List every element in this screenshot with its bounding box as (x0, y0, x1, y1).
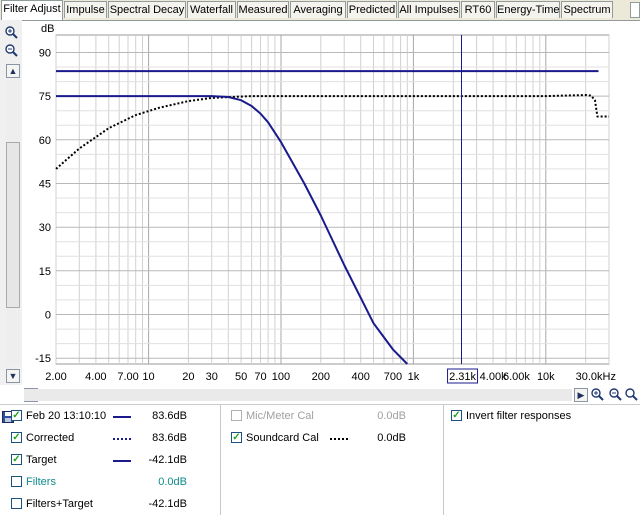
legend-label: Filters+Target (26, 498, 93, 510)
x-tick-label: 4.00 (85, 371, 106, 383)
x-tick-label: 30 (206, 371, 218, 383)
legend-label: Feb 20 13:10:10 (26, 410, 107, 422)
legend-label: Target (26, 454, 57, 466)
cursor-label: 2.31k (449, 371, 476, 383)
magnifier-minus-icon[interactable] (608, 388, 623, 402)
x-tick-label: 70 (254, 371, 266, 383)
checkbox-soundcard-cal[interactable]: ✓ (231, 432, 242, 443)
tab-spectrum[interactable]: Spectrum (561, 1, 613, 18)
tab-waterfall[interactable]: Waterfall (187, 1, 236, 18)
tab-averaging[interactable]: Averaging (290, 1, 346, 18)
legend-value: 0.0dB (377, 432, 406, 444)
tab-scroll-button[interactable] (630, 2, 640, 18)
x-tick-label: 6.00k (503, 371, 530, 383)
legend-label: Mic/Meter Cal (246, 410, 314, 422)
y-tick-label: 0 (45, 310, 51, 322)
magnifier-plus-icon[interactable] (590, 388, 605, 402)
x-tick-label: 400 (352, 371, 370, 383)
tab-filter-adjust[interactable]: Filter Adjust (1, 0, 63, 20)
y-axis-label: dB (41, 23, 54, 35)
tab-impulse[interactable]: Impulse (64, 1, 107, 18)
x-axis-ticks: 2.00 4.00 7.00 10 20 30 50 70 100 200 400 700 1k 4.00… (45, 371, 616, 383)
legend-value: 0.0dB (158, 476, 187, 488)
x-tick-label: 700 (384, 371, 402, 383)
legend-value: 83.6dB (152, 432, 187, 444)
legend-value: -42.1dB (148, 454, 187, 466)
checkbox-corrected[interactable]: ✓ (11, 432, 22, 443)
y-tick-label: 75 (39, 91, 51, 103)
tab-predicted[interactable]: Predicted (347, 1, 397, 18)
y-tick-label: 30 (39, 222, 51, 234)
magnifier-minus-icon[interactable] (624, 388, 638, 402)
y-tick-label: 15 (39, 266, 51, 278)
legend-label: Corrected (26, 432, 75, 444)
y-tick-label: 90 (39, 47, 51, 59)
checkbox-filters-target[interactable] (11, 498, 22, 509)
x-tick-label: 30.0kHz (576, 371, 616, 383)
invert-filter-responses-label: Invert filter responses (466, 410, 572, 422)
legend-value: 83.6dB (152, 410, 187, 422)
x-tick-label: 7.00 (117, 371, 138, 383)
legend-divider (220, 404, 221, 515)
tab-bar: Filter Adjust Impulse Spectral Decay Wat… (0, 0, 640, 21)
y-tick-label: -15 (35, 353, 51, 365)
x-tick-label: 200 (312, 371, 330, 383)
tab-energy-time[interactable]: Energy-Time (496, 1, 560, 18)
tab-all-impulses[interactable]: All Impulses (398, 1, 460, 18)
legend-value: 0.0dB (377, 410, 406, 422)
legend-divider (443, 404, 444, 515)
y-axis-ticks: 90 75 60 45 30 15 0 -15 (35, 47, 51, 365)
legend-label: Filters (26, 476, 56, 488)
x-tick-label: 10 (142, 371, 154, 383)
legend-value: -42.1dB (148, 498, 187, 510)
x-tick-label: 10k (537, 371, 555, 383)
x-tick-label: 20 (182, 371, 194, 383)
tab-measured[interactable]: Measured (237, 1, 289, 18)
legend-label: Soundcard Cal (246, 432, 319, 444)
y-tick-label: 60 (39, 135, 51, 147)
arrow-right-icon[interactable]: ▶ (574, 388, 588, 402)
checkbox-target[interactable]: ✓ (11, 454, 22, 465)
x-tick-label: 50 (235, 371, 247, 383)
frequency-response-chart[interactable]: 90 75 60 45 30 15 0 -15 2.00 4.00 7.00 10 20 30 50 70 1… (0, 20, 640, 388)
tab-spectral-decay[interactable]: Spectral Decay (108, 1, 186, 18)
chart-grid (55, 34, 610, 365)
x-tick-label: 2.00 (45, 371, 66, 383)
x-tick-label: 1k (408, 371, 420, 383)
horizontal-scroll-track[interactable] (24, 389, 572, 401)
checkbox-invert-filter-responses[interactable]: ✓ (451, 410, 462, 421)
checkbox-filters[interactable] (11, 476, 22, 487)
tab-rt60[interactable]: RT60 (461, 1, 495, 18)
checkbox-feb20[interactable]: ✓ (11, 410, 22, 421)
y-tick-label: 45 (39, 178, 51, 190)
x-tick-label: 100 (272, 371, 290, 383)
checkbox-mic-meter-cal[interactable] (231, 410, 242, 421)
